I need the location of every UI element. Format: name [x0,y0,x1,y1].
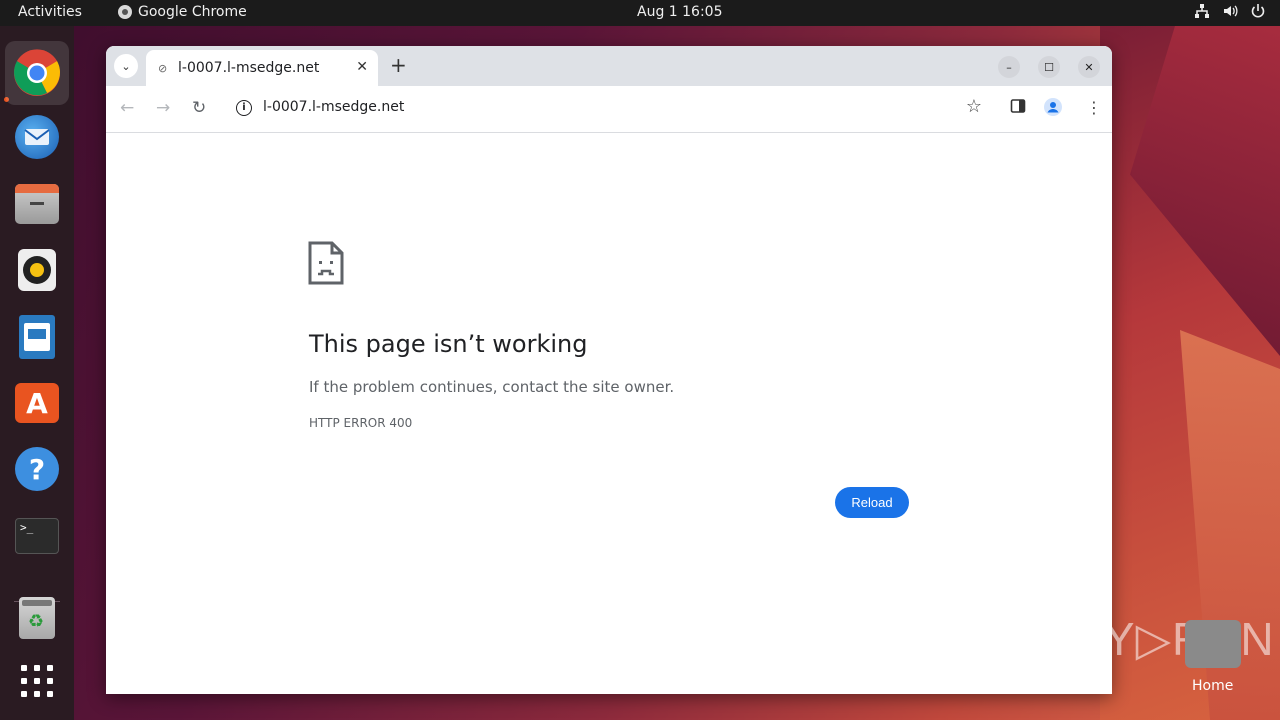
maximize-button[interactable]: ☐ [1038,56,1060,78]
dock-writer[interactable] [12,312,62,362]
error-code: HTTP ERROR 400 [309,416,413,430]
tab-close-icon[interactable]: ✕ [356,59,368,75]
app-center-icon: A [15,383,59,423]
kebab-menu-icon: ⋮ [1086,98,1102,117]
chrome-icon [14,49,60,96]
files-icon [15,184,59,224]
close-window-button[interactable]: ✕ [1078,56,1100,78]
reload-toolbar-button[interactable]: ↻ [192,98,206,118]
forward-button[interactable]: → [156,98,170,118]
url-text[interactable]: l-0007.l-msedge.net [263,99,404,115]
chrome-window: ⌄ ⊘ l-0007.l-msedge.net ✕ + – ☐ ✕ ← → ↻ … [106,46,1112,694]
tab-strip: ⌄ ⊘ l-0007.l-msedge.net ✕ + – ☐ ✕ [106,46,1112,86]
toolbar: ← → ↻ i l-0007.l-msedge.net ☆ ⋮ [106,86,1112,133]
app-menu[interactable]: Google Chrome [118,4,247,20]
grid-icon [21,665,53,697]
writer-icon [19,315,55,359]
minimize-button[interactable]: – [998,56,1020,78]
maximize-icon: ☐ [1044,60,1054,74]
help-icon: ? [15,447,59,491]
network-icon [1195,4,1209,18]
system-tray[interactable] [1194,3,1266,19]
speaker-icon [18,249,56,291]
dock: A ? >_ ♻ [0,26,74,720]
dock-trash[interactable]: ♻ [12,593,62,643]
chevron-down-icon: ⌄ [121,59,131,73]
activities-button[interactable]: Activities [18,4,82,20]
side-panel-button[interactable] [1010,98,1026,118]
dock-help[interactable]: ? [12,444,62,494]
error-title: This page isn’t working [309,330,588,358]
dock-terminal[interactable]: >_ [12,511,62,561]
app-name: Google Chrome [138,4,247,20]
tab-active[interactable]: ⊘ l-0007.l-msedge.net ✕ [146,50,378,86]
tab-title: l-0007.l-msedge.net [178,60,320,76]
favicon-icon: ⊘ [158,62,168,75]
side-panel-icon [1010,99,1026,113]
sad-document-icon [308,241,344,285]
profile-icon [1044,98,1062,116]
info-icon[interactable]: i [236,100,252,116]
minimize-icon: – [1006,60,1012,74]
profile-button[interactable] [1044,98,1062,120]
menu-button[interactable]: ⋮ [1086,98,1102,117]
home-label: Home [1192,678,1234,694]
volume-icon [1224,5,1238,17]
dock-files[interactable] [12,179,62,229]
clock[interactable]: Aug 1 16:05 [637,4,723,20]
refresh-icon: ↻ [192,98,207,118]
dock-rhythmbox[interactable] [12,245,62,295]
dock-thunderbird[interactable] [12,112,62,162]
bookmark-star-icon[interactable]: ☆ [966,96,982,117]
new-tab-button[interactable]: + [390,53,407,77]
close-icon: ✕ [1084,60,1094,74]
address-bar[interactable]: i l-0007.l-msedge.net ☆ [228,92,990,124]
page-content: This page isn’t working If the problem c… [106,133,1112,694]
power-icon [1251,4,1265,18]
back-button[interactable]: ← [120,98,134,118]
show-apps-button[interactable] [12,656,62,706]
dock-app-center[interactable]: A [12,378,62,428]
top-bar: Activities Google Chrome Aug 1 16:05 [0,0,1280,26]
chrome-icon [118,5,132,19]
error-message: If the problem continues, contact the si… [309,378,675,396]
dock-chrome[interactable] [5,41,69,105]
arrow-left-icon: ← [120,98,135,118]
home-folder-icon[interactable] [1185,620,1241,668]
reload-button[interactable]: Reload [835,487,909,518]
thunderbird-icon [15,115,59,159]
arrow-right-icon: → [156,98,171,118]
terminal-icon: >_ [15,518,59,554]
trash-icon: ♻ [19,597,55,639]
tab-search-button[interactable]: ⌄ [114,54,138,78]
